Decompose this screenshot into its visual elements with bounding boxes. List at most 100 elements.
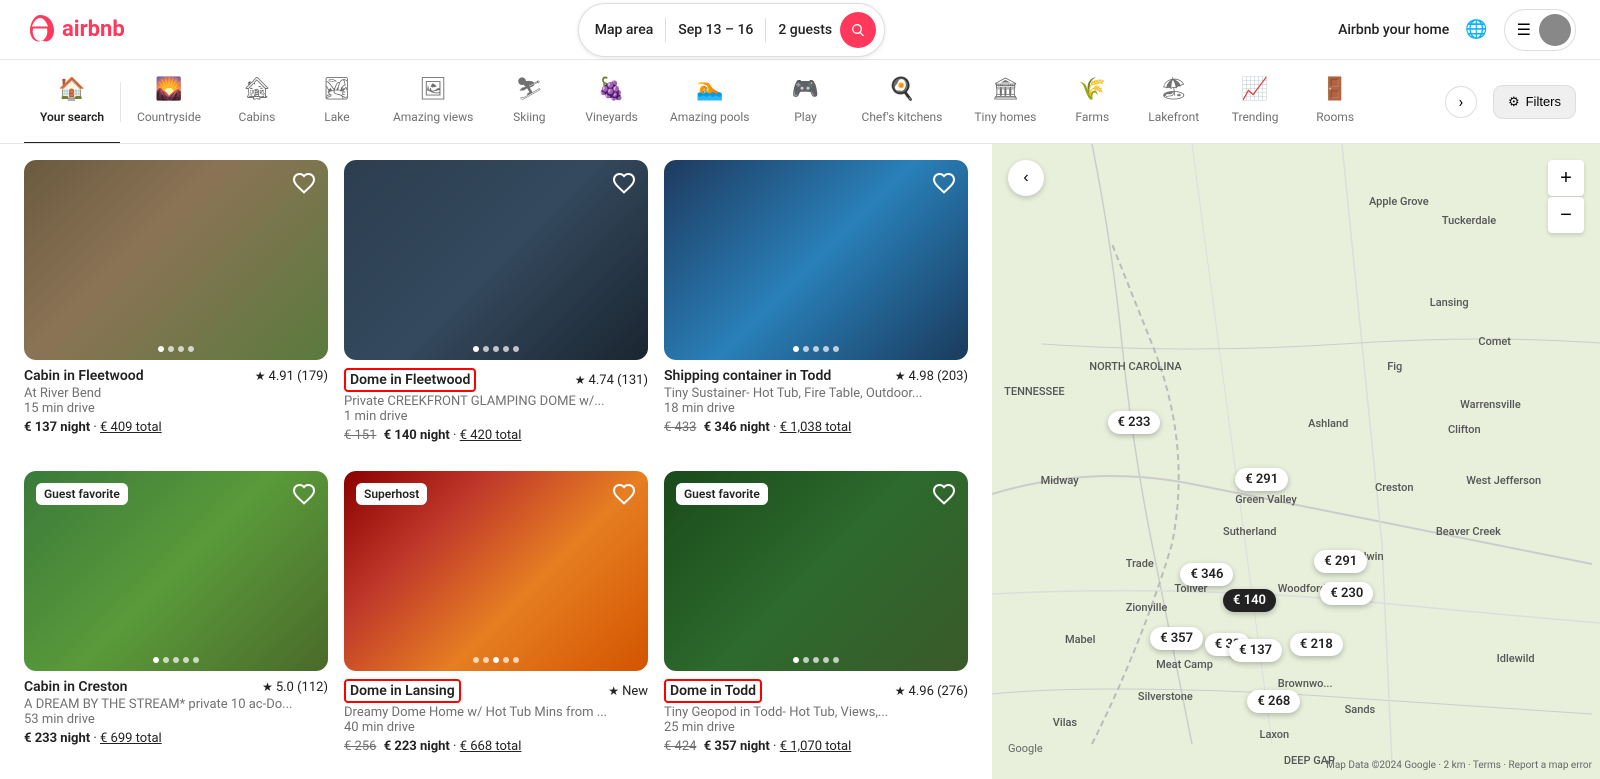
cat-item-trending[interactable]: 📈 Trending (1215, 60, 1295, 144)
cat-item-play[interactable]: 🎮 Play (766, 60, 846, 144)
price-marker-m6[interactable]: € 230 (1320, 582, 1373, 605)
heart-button-cabin-creston[interactable] (290, 481, 318, 509)
dot-4 (833, 657, 839, 663)
original-price-dome-lansing: € 256 (344, 739, 376, 754)
globe-icon[interactable]: 🌐 (1465, 19, 1487, 40)
image-dots-dome-lansing (473, 657, 519, 663)
cat-item-vineyards[interactable]: 🍇Vineyards (569, 60, 654, 144)
star-new: ★ (608, 684, 619, 698)
cat-item-farms[interactable]: 🌾Farms (1052, 60, 1132, 144)
map-label: Fig (1387, 360, 1402, 373)
map-label: Trade (1126, 557, 1154, 570)
listing-info-dome-todd: Dome in Todd ★ 4.96 (276) Tiny Geopod in… (664, 671, 968, 758)
price-marker-m11[interactable]: € 268 (1247, 690, 1300, 713)
listing-price-dome-fleetwood: € 151 € 140 night · € 420 total (344, 428, 648, 443)
map-label: Ashland (1308, 417, 1348, 430)
dot-2 (493, 657, 499, 663)
map-label: Beaver Creek (1436, 525, 1501, 538)
cat-item-skiing[interactable]: ⛷Skiing (489, 60, 569, 144)
cat-icon-your-search: 🏠 (58, 77, 85, 102)
img-placeholder-cabin-fleetwood (24, 160, 328, 360)
rating-shipping-todd: ★ 4.98 (203) (895, 369, 968, 384)
search-button[interactable] (840, 12, 876, 48)
dot-1 (163, 657, 169, 663)
cat-label-play: Play (794, 110, 817, 124)
listing-card-cabin-creston[interactable]: Guest favorite Cabin in Creston ★ 5.0 (1… (24, 471, 328, 758)
airbnb-home-link[interactable]: Airbnb your home (1338, 22, 1449, 38)
dot-0 (793, 346, 799, 352)
listing-card-shipping-todd[interactable]: Shipping container in Todd ★ 4.98 (203) … (664, 160, 968, 447)
listing-title-dome-fleetwood: Dome in Fleetwood (344, 368, 476, 392)
price-marker-m4[interactable]: € 140 (1223, 589, 1276, 612)
map-container[interactable]: Apple GroveTuckerdaleLansingCometWarrens… (992, 144, 1600, 779)
heart-button-shipping-todd[interactable] (930, 170, 958, 198)
cat-item-lakefront[interactable]: 🏖Lakefront (1132, 60, 1215, 144)
listing-card-dome-lansing[interactable]: Superhost Dome in Lansing ★ New Dreamy D… (344, 471, 648, 758)
cat-item-tiny-homes[interactable]: 🏛Tiny homes (958, 60, 1052, 144)
rating-dome-todd: ★ 4.96 (276) (895, 684, 968, 699)
cat-item-lake[interactable]: 🏞Lake (297, 60, 377, 144)
cat-icon-rooms: 🚪 (1321, 77, 1348, 102)
nav-arrow-right[interactable]: › (1445, 86, 1477, 118)
heart-button-cabin-fleetwood[interactable] (290, 170, 318, 198)
price-marker-m7[interactable]: € 357 (1150, 627, 1203, 650)
rating-cabin-fleetwood: ★ 4.91 (179) (255, 369, 328, 384)
cat-item-countryside[interactable]: 🌄Countryside (121, 60, 217, 144)
listing-card-cabin-fleetwood[interactable]: Cabin in Fleetwood ★ 4.91 (179) At River… (24, 160, 328, 447)
cat-item-amazing-views[interactable]: 🖼Amazing views (377, 60, 489, 144)
user-menu[interactable]: ☰ (1504, 9, 1576, 51)
cat-label-your-search: Your search (40, 110, 104, 124)
cat-item-chefs-kitchens[interactable]: 🍳Chef's kitchens (846, 60, 959, 144)
listing-info-dome-lansing: Dome in Lansing ★ New Dreamy Dome Home w… (344, 671, 648, 758)
price-marker-m9[interactable]: € 137 (1229, 639, 1282, 662)
listing-image-dome-todd: Guest favorite (664, 471, 968, 671)
hamburger-icon: ☰ (1517, 20, 1531, 39)
map-label: West Jefferson (1466, 474, 1541, 487)
dot-0 (793, 657, 799, 663)
price-marker-m10[interactable]: € 218 (1290, 633, 1343, 656)
zoom-out-button[interactable]: − (1548, 197, 1584, 233)
cat-label-trending: Trending (1232, 110, 1279, 124)
img-placeholder-shipping-todd (664, 160, 968, 360)
listing-card-dome-fleetwood[interactable]: Dome in Fleetwood ★ 4.74 (131) Private C… (344, 160, 648, 447)
zoom-in-button[interactable]: + (1548, 160, 1584, 196)
listing-card-dome-todd[interactable]: Guest favorite Dome in Todd ★ 4.96 (276)… (664, 471, 968, 758)
category-nav: 🏠 Your search 🌄Countryside🏚Cabins🏞Lake🖼Ama… (0, 60, 1600, 144)
listing-title-shipping-todd: Shipping container in Todd (664, 368, 831, 384)
search-dates: Sep 13 – 16 (678, 22, 753, 38)
price-marker-m3[interactable]: € 346 (1180, 563, 1233, 586)
heart-button-dome-fleetwood[interactable] (610, 170, 638, 198)
listing-title-row-shipping-todd: Shipping container in Todd ★ 4.98 (203) (664, 368, 968, 384)
search-bar[interactable]: Map area Sep 13 – 16 2 guests (578, 3, 885, 57)
map-label: Brownwo... (1278, 677, 1333, 690)
airbnb-logo[interactable]: airbnb (24, 14, 125, 46)
map-collapse-button[interactable]: ‹ (1008, 160, 1044, 196)
price-marker-m1[interactable]: € 233 (1108, 411, 1161, 434)
heart-button-dome-todd[interactable] (930, 481, 958, 509)
cat-item-rooms[interactable]: 🚪Rooms (1295, 60, 1375, 144)
total-price-shipping-todd: € 1,038 total (780, 420, 852, 435)
listing-info-shipping-todd: Shipping container in Todd ★ 4.98 (203) … (664, 360, 968, 439)
listing-distance-cabin-creston: 53 min drive (24, 712, 328, 727)
cat-item-amazing-pools[interactable]: 🏊Amazing pools (654, 60, 766, 144)
dot-1 (803, 657, 809, 663)
user-avatar (1539, 14, 1571, 46)
cat-item-cabins[interactable]: 🏚Cabins (217, 60, 297, 144)
total-price-dome-fleetwood: € 420 total (460, 428, 522, 443)
price-marker-m2[interactable]: € 291 (1235, 468, 1288, 491)
dot-3 (823, 346, 829, 352)
cat-icon-farms: 🌾 (1079, 77, 1106, 102)
cat-label-amazing-views: Amazing views (393, 110, 473, 124)
filters-button[interactable]: ⚙ Filters (1493, 85, 1576, 119)
price-marker-m5[interactable]: € 291 (1314, 550, 1367, 573)
cat-item-your-search[interactable]: 🏠 Your search (24, 60, 120, 144)
heart-button-dome-lansing[interactable] (610, 481, 638, 509)
dot-3 (823, 657, 829, 663)
cat-icon-trending: 📈 (1241, 77, 1268, 102)
search-guests: 2 guests (778, 22, 832, 38)
cat-label-chefs-kitchens: Chef's kitchens (862, 110, 943, 124)
cat-icon-skiing: ⛷ (515, 77, 543, 102)
cat-icon-play: 🎮 (792, 77, 819, 102)
dot-3 (188, 346, 194, 352)
listing-title-cabin-fleetwood: Cabin in Fleetwood (24, 368, 144, 384)
